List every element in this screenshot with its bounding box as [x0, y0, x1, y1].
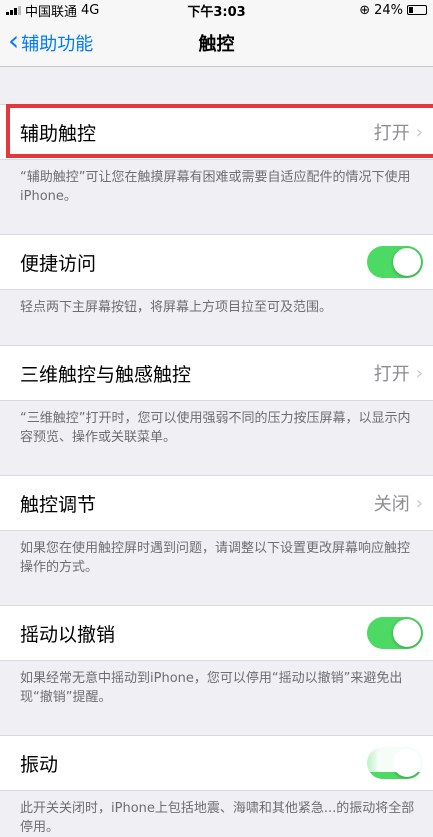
row-assistive-touch[interactable]: 辅助触控 打开 › — [0, 104, 433, 160]
battery-percent: 24% — [374, 2, 403, 18]
status-left: 中国联通 4G — [6, 1, 99, 20]
row-3d-touch[interactable]: 三维触控与触感触控 打开 › — [0, 345, 433, 401]
row-note: “三维触控”打开时，您可以使用强弱不同的压力按压屏幕，以显示内容预览、操作或关联… — [20, 411, 411, 445]
row-value: 打开 › — [373, 121, 423, 145]
row-shake-to-undo[interactable]: 摇动以撤销 — [0, 605, 433, 661]
row-label: 便捷访问 — [20, 252, 97, 275]
chevron-left-icon: ‹ — [8, 24, 20, 57]
signal-icon — [6, 5, 21, 15]
row-label: 辅助触控 — [20, 122, 97, 145]
back-label: 辅助功能 — [21, 34, 94, 55]
row-value: 关闭 › — [373, 492, 423, 516]
row-reachability[interactable]: 便捷访问 — [0, 234, 433, 290]
status-bar: 中国联通 4G 下午3:03 ⊕ 24% — [0, 0, 433, 20]
carrier-label: 中国联通 — [25, 4, 78, 20]
row-label: 三维触控与触感触控 — [20, 363, 192, 386]
shake-to-undo-toggle[interactable] — [367, 617, 423, 649]
row-label: 摇动以撤销 — [20, 623, 116, 646]
row-note: 轻点两下主屏幕按钮，将屏幕上方项目拉至可及范围。 — [20, 300, 333, 315]
orientation-lock-icon: ⊕ — [359, 2, 371, 18]
row-note: 如果您在使用触控屏时遇到问题，请调整以下设置更改屏幕响应触控操作的方式。 — [20, 541, 411, 575]
chevron-right-icon: › — [415, 492, 423, 514]
row-label: 触控调节 — [20, 493, 97, 516]
row-touch-accommodations[interactable]: 触控调节 关闭 › — [0, 475, 433, 531]
status-right: ⊕ 24% — [359, 3, 427, 18]
chevron-right-icon: › — [415, 121, 423, 143]
chevron-right-icon: › — [415, 362, 423, 384]
row-label: 振动 — [20, 753, 59, 776]
row-note: 此开关关闭时，iPhone上包括地震、海啸和其他紧急...的振动将全部停用。 — [20, 801, 415, 835]
watermark — [343, 738, 433, 772]
navigation-bar: ‹ 辅助功能 触控 — [0, 20, 433, 67]
network-label: 4G — [81, 2, 100, 18]
back-button[interactable]: ‹ 辅助功能 — [0, 24, 94, 57]
battery-icon — [407, 5, 427, 15]
row-note: 如果经常无意中摇动到iPhone，您可以停用“摇动以撤销”来避免出现“撤销”提醒… — [20, 671, 403, 705]
row-note: “辅助触控”可让您在触摸屏幕有困难或需要自适应配件的情况下使用 iPhone。 — [20, 170, 411, 204]
row-value: 打开 › — [373, 362, 423, 386]
reachability-toggle[interactable] — [367, 246, 423, 278]
